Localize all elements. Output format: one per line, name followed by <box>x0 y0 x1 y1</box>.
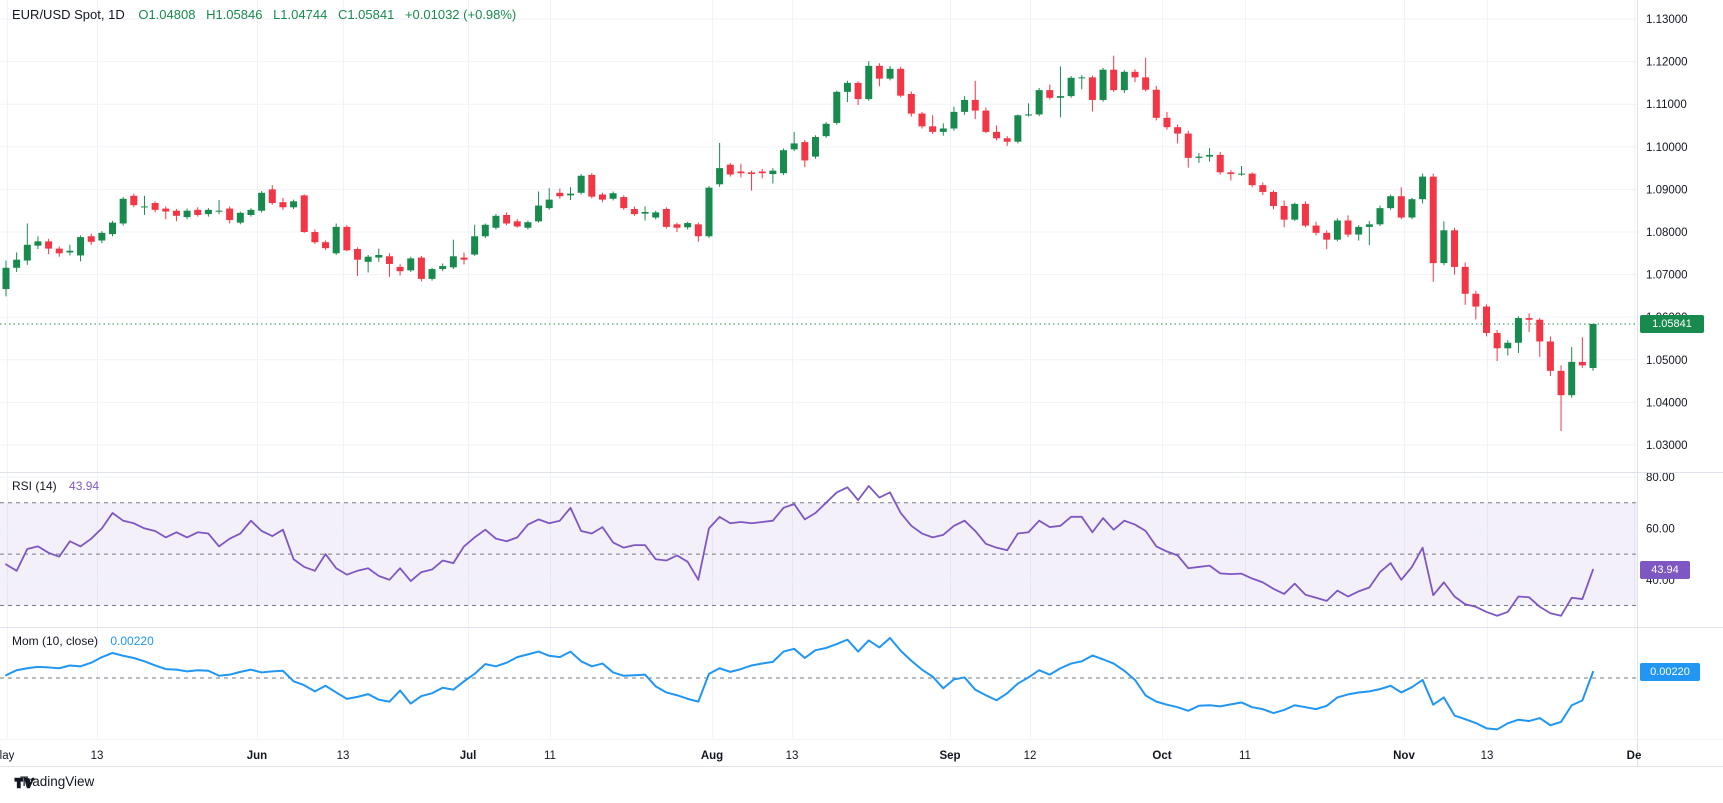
tradingview-attribution[interactable]: TradingView <box>14 774 94 789</box>
svg-text:Nov: Nov <box>1393 750 1415 762</box>
svg-text:Sep: Sep <box>939 750 960 762</box>
svg-text:12: 12 <box>1024 750 1037 762</box>
svg-text:13: 13 <box>337 750 350 762</box>
svg-text:1.07000: 1.07000 <box>1646 270 1688 282</box>
trading-chart-window: 1.13000 1.12000 1.11000 1.10000 1.09000 1.080… <box>0 0 1723 803</box>
svg-text:De: De <box>1627 750 1642 762</box>
rsi-legend[interactable]: RSI (14) 43.94 <box>12 479 99 493</box>
symbol-title: EUR/USD Spot, 1D <box>12 7 125 22</box>
ohlc-low: L1.04744 <box>273 7 327 22</box>
ohlc-close: C1.05841 <box>338 7 394 22</box>
svg-text:60.00: 60.00 <box>1646 523 1675 535</box>
symbol-legend[interactable]: EUR/USD Spot, 1D O1.04808 H1.05846 L1.04… <box>12 7 523 22</box>
svg-text:11: 11 <box>544 750 556 762</box>
svg-text:13: 13 <box>786 750 799 762</box>
chart-canvas[interactable]: 1.13000 1.12000 1.11000 1.10000 1.09000 1.080… <box>0 0 1723 803</box>
svg-text:1.03000: 1.03000 <box>1646 440 1688 452</box>
mom-value-badge: 0.00220 <box>1640 663 1700 681</box>
mom-value: 0.00220 <box>110 634 153 648</box>
ohlc-high: H1.05846 <box>206 7 262 22</box>
svg-text:1.05000: 1.05000 <box>1646 355 1688 367</box>
svg-text:1.08000: 1.08000 <box>1646 227 1688 239</box>
rsi-label: RSI (14) <box>12 479 57 493</box>
svg-text:13: 13 <box>1481 750 1494 762</box>
svg-text:1.12000: 1.12000 <box>1646 57 1688 69</box>
svg-text:Jun: Jun <box>247 750 267 762</box>
mom-label: Mom (10, close) <box>12 634 98 648</box>
ohlc-change: +0.01032 (+0.98%) <box>405 7 516 22</box>
svg-text:13: 13 <box>91 750 104 762</box>
svg-text:11: 11 <box>1239 750 1251 762</box>
mom-legend[interactable]: Mom (10, close) 0.00220 <box>12 634 154 648</box>
svg-text:Oct: Oct <box>1152 750 1171 762</box>
svg-text:1.13000: 1.13000 <box>1646 14 1688 26</box>
ohlc-open: O1.04808 <box>138 7 195 22</box>
svg-text:80.00: 80.00 <box>1646 472 1675 484</box>
svg-text:lay: lay <box>0 750 15 762</box>
svg-text:1.09000: 1.09000 <box>1646 184 1688 196</box>
svg-text:1.11000: 1.11000 <box>1646 99 1687 111</box>
rsi-value-badge: 43.94 <box>1640 561 1690 579</box>
svg-text:Aug: Aug <box>701 750 723 762</box>
svg-text:Jul: Jul <box>460 750 477 762</box>
last-price-badge: 1.05841 <box>1640 315 1704 333</box>
svg-text:1.04000: 1.04000 <box>1646 397 1688 409</box>
rsi-value: 43.94 <box>69 479 99 493</box>
svg-text:1.10000: 1.10000 <box>1646 142 1688 154</box>
